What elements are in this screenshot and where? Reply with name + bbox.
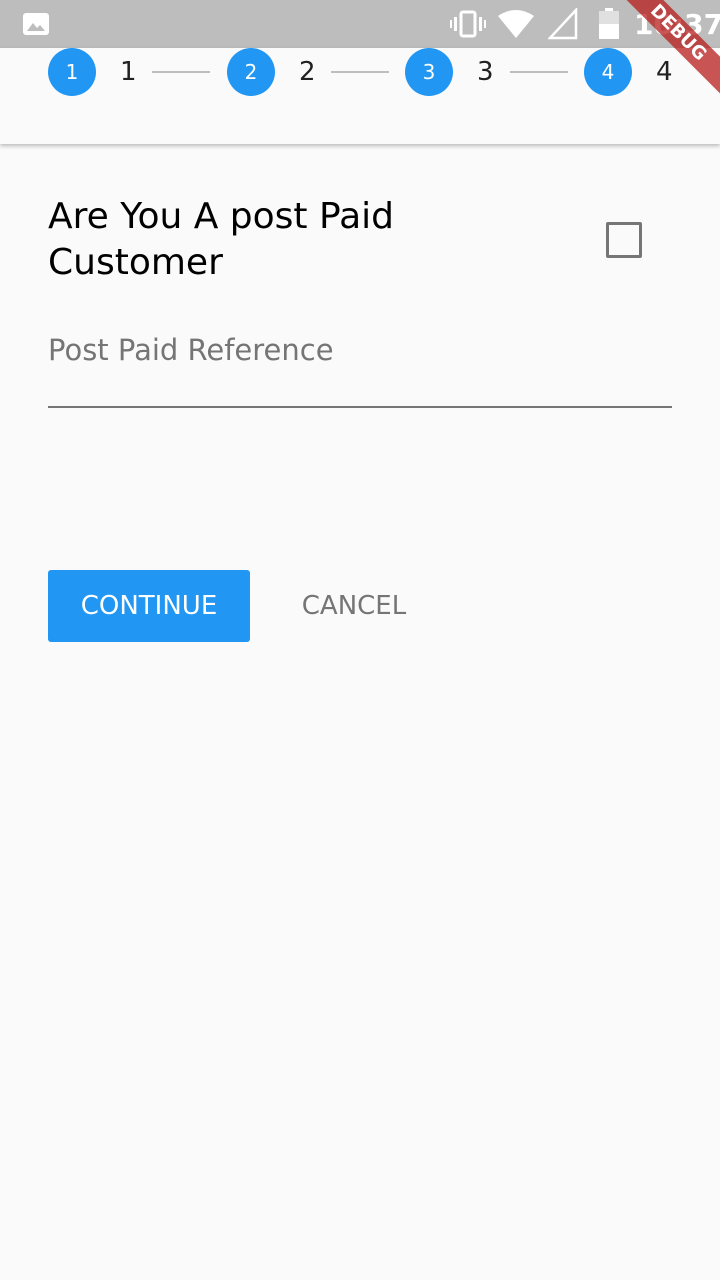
- vibrate-icon: [450, 10, 486, 38]
- step-2-circle: 2: [227, 48, 275, 96]
- step-4-label: 4: [656, 57, 673, 87]
- step-1-circle: 1: [48, 48, 96, 96]
- status-bar: 10:37: [0, 0, 720, 48]
- stepper-header: 1 1 2 2 3 3 4 4: [0, 48, 720, 144]
- image-icon: [23, 13, 49, 35]
- battery-icon: [599, 8, 619, 39]
- postpaid-reference-input[interactable]: [48, 320, 672, 380]
- step-3-circle: 3: [405, 48, 453, 96]
- wifi-icon: [498, 10, 534, 38]
- cancel-button[interactable]: CANCEL: [282, 570, 426, 642]
- step-4-circle: 4: [584, 48, 632, 96]
- step-1-label: 1: [120, 57, 137, 87]
- step-3-label: 3: [477, 57, 494, 87]
- postpaid-question: Are You A post Paid Customer: [48, 196, 394, 283]
- step-connector-1: [152, 71, 210, 73]
- step-connector-2: [331, 71, 389, 73]
- step-connector-3: [510, 71, 568, 73]
- postpaid-reference-field[interactable]: [48, 320, 672, 408]
- continue-button[interactable]: CONTINUE: [48, 570, 250, 642]
- signal-icon: [548, 8, 578, 40]
- step-2-label: 2: [299, 57, 316, 87]
- postpaid-checkbox[interactable]: [606, 222, 642, 258]
